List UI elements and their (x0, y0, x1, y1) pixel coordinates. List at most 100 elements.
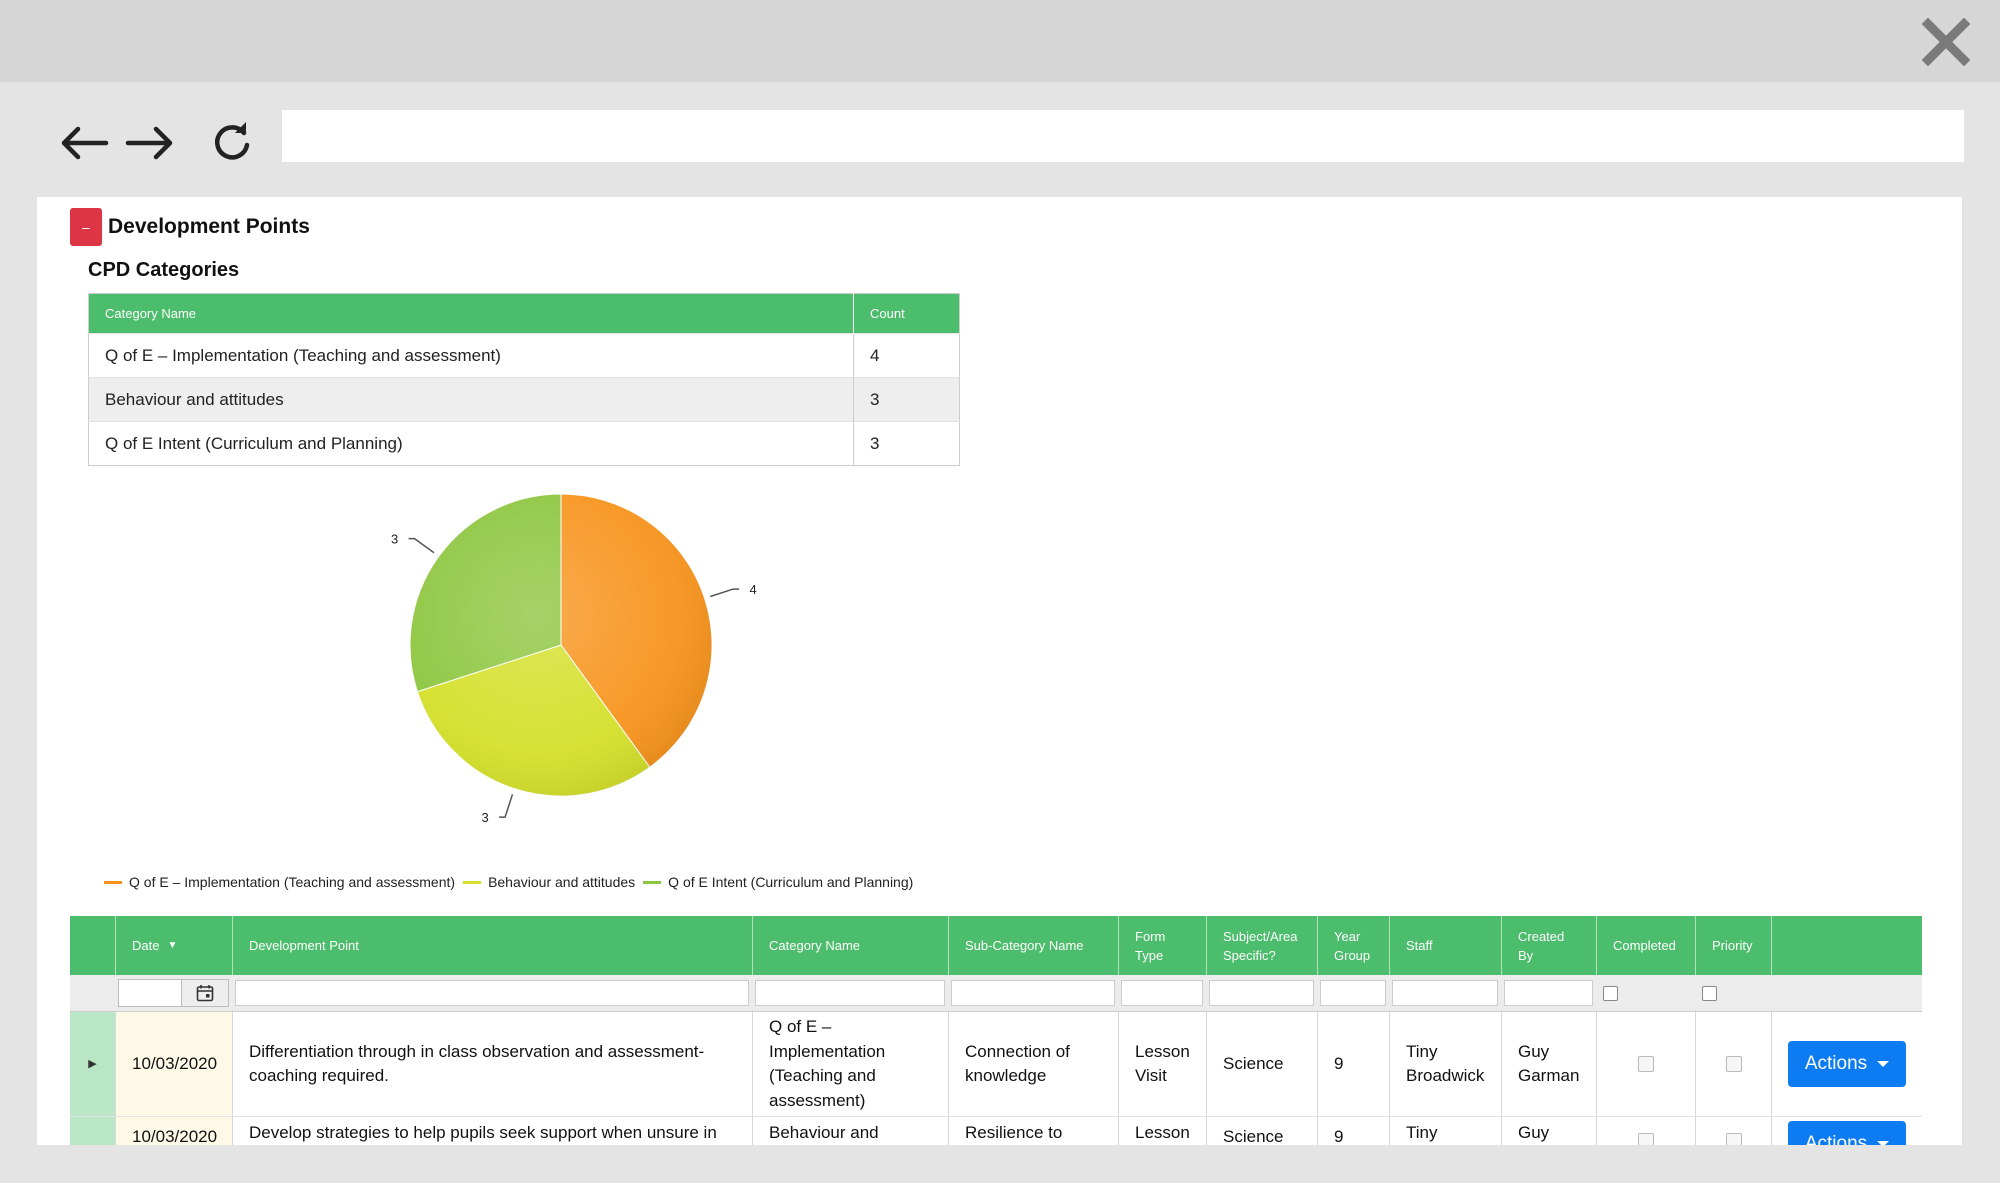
filter-cell (1501, 975, 1596, 1011)
column-header-date[interactable]: Date ▼ (115, 916, 232, 975)
form-type-filter[interactable] (1121, 980, 1203, 1006)
completed-checkbox[interactable] (1638, 1056, 1654, 1072)
data-label-leader (499, 794, 514, 818)
expand-column-header (70, 916, 115, 975)
filter-cell (752, 975, 948, 1011)
subject-area-filter[interactable] (1209, 980, 1314, 1006)
completed-cell (1596, 1117, 1695, 1145)
window-titlebar (0, 0, 2000, 82)
column-header-completed[interactable]: Completed (1596, 916, 1695, 975)
date-filter-input[interactable] (119, 980, 181, 1006)
cpd-pie-chart: 4 3 3 (391, 493, 757, 825)
column-header-category-name[interactable]: Category Name (752, 916, 948, 975)
column-header-count[interactable]: Count (853, 293, 960, 334)
form-type-cell: Lesson Visit (1118, 1012, 1206, 1116)
table-row[interactable]: ▶ 10/03/2020 Differentiation through in … (70, 1012, 1922, 1117)
development-points-header: – Development Points (70, 207, 310, 247)
completed-checkbox[interactable] (1638, 1133, 1654, 1145)
collapse-button[interactable]: – (70, 208, 102, 246)
column-header-development-point[interactable]: Development Point (232, 916, 752, 975)
filter-cell (948, 975, 1118, 1011)
date-cell: 10/03/2020 (115, 1012, 232, 1116)
data-label-leader (710, 588, 740, 598)
filter-cell (1118, 975, 1206, 1011)
legend-item[interactable]: Behaviour and attitudes (463, 874, 635, 890)
table-row[interactable]: ▶ 10/03/2020 Develop strategies to help … (70, 1117, 1922, 1145)
column-header-subject-area[interactable]: Subject/Area Specific? (1206, 916, 1317, 975)
date-cell: 10/03/2020 (115, 1117, 232, 1145)
forward-arrow-icon[interactable] (122, 118, 178, 168)
actions-button[interactable]: Actions (1788, 1041, 1906, 1087)
column-header-priority[interactable]: Priority (1695, 916, 1771, 975)
staff-cell: Tiny (1389, 1117, 1501, 1145)
expand-row-icon[interactable]: ▶ (70, 1012, 115, 1116)
development-point-cell: Differentiation through in class observa… (232, 1012, 752, 1116)
table-row: Behaviour and attitudes 3 (88, 377, 960, 422)
completed-filter-checkbox[interactable] (1603, 985, 1618, 1001)
count-cell: 3 (853, 421, 960, 466)
browser-toolbar (0, 82, 2000, 197)
created-by-cell: Guy Garman (1501, 1012, 1596, 1116)
dropdown-caret-icon (1877, 1061, 1890, 1067)
column-header-category-name[interactable]: Category Name (88, 293, 854, 334)
priority-cell (1695, 1012, 1771, 1116)
address-bar[interactable] (282, 110, 1964, 162)
expand-row-icon[interactable]: ▶ (70, 1117, 115, 1145)
filter-cell (1389, 975, 1501, 1011)
legend-swatch (643, 880, 662, 884)
data-label: 3 (391, 532, 398, 547)
filter-cell (1695, 975, 1771, 1011)
chart-legend: Q of E – Implementation (Teaching and as… (104, 874, 921, 890)
column-header-year-group[interactable]: Year Group (1317, 916, 1389, 975)
priority-filter-checkbox[interactable] (1702, 985, 1717, 1001)
filter-cell (1317, 975, 1389, 1011)
date-filter-cell (115, 975, 232, 1011)
column-header-sub-category-name[interactable]: Sub-Category Name (948, 916, 1118, 975)
count-cell: 3 (853, 377, 960, 422)
column-header-staff[interactable]: Staff (1389, 916, 1501, 975)
data-label: 4 (750, 582, 757, 597)
filter-cell (232, 975, 752, 1011)
reload-icon[interactable] (204, 118, 260, 168)
sub-category-cell: Resilience to (948, 1117, 1118, 1145)
staff-filter[interactable] (1392, 980, 1498, 1006)
column-header-actions (1771, 916, 1922, 975)
filter-spacer (70, 975, 115, 1011)
created-by-filter[interactable] (1504, 980, 1593, 1006)
actions-label: Actions (1804, 1053, 1868, 1074)
back-arrow-icon[interactable] (56, 118, 112, 168)
category-name-cell: Q of E – Implementation (Teaching and as… (88, 333, 854, 378)
legend-item[interactable]: Q of E – Implementation (Teaching and as… (104, 874, 455, 890)
data-label-leader (408, 537, 435, 554)
actions-button[interactable]: Actions (1788, 1121, 1906, 1145)
category-name-cell: Behaviour and attitudes (88, 377, 854, 422)
sort-desc-icon[interactable]: ▼ (167, 936, 177, 955)
priority-checkbox[interactable] (1725, 1133, 1742, 1145)
form-type-cell: Lesson (1118, 1117, 1206, 1145)
column-header-form-type[interactable]: Form Type (1118, 916, 1206, 975)
section-title: Development Points (108, 215, 310, 238)
table-row: Q of E – Implementation (Teaching and as… (88, 333, 960, 378)
filter-cell (1206, 975, 1317, 1011)
year-group-filter[interactable] (1320, 980, 1386, 1006)
priority-cell (1695, 1117, 1771, 1145)
development-point-cell: Develop strategies to help pupils seek s… (232, 1117, 752, 1145)
grid-filter-row (70, 975, 1922, 1012)
category-name-filter[interactable] (755, 980, 945, 1006)
filter-cell (1596, 975, 1695, 1011)
data-label: 3 (481, 810, 488, 825)
created-by-cell: Guy (1501, 1117, 1596, 1145)
development-point-filter[interactable] (235, 980, 749, 1006)
legend-item[interactable]: Q of E Intent (Curriculum and Planning) (643, 874, 913, 890)
priority-checkbox[interactable] (1725, 1056, 1742, 1072)
legend-label: Q of E – Implementation (Teaching and as… (129, 874, 456, 890)
calendar-icon[interactable] (181, 980, 228, 1006)
sub-category-filter[interactable] (951, 980, 1115, 1006)
actions-label: Actions (1804, 1133, 1868, 1145)
column-header-created-by[interactable]: Created By (1501, 916, 1596, 975)
legend-swatch (104, 880, 122, 884)
close-icon[interactable] (1922, 18, 1970, 66)
legend-label: Behaviour and attitudes (488, 874, 636, 890)
date-filter[interactable] (118, 979, 229, 1007)
legend-swatch (463, 880, 482, 884)
